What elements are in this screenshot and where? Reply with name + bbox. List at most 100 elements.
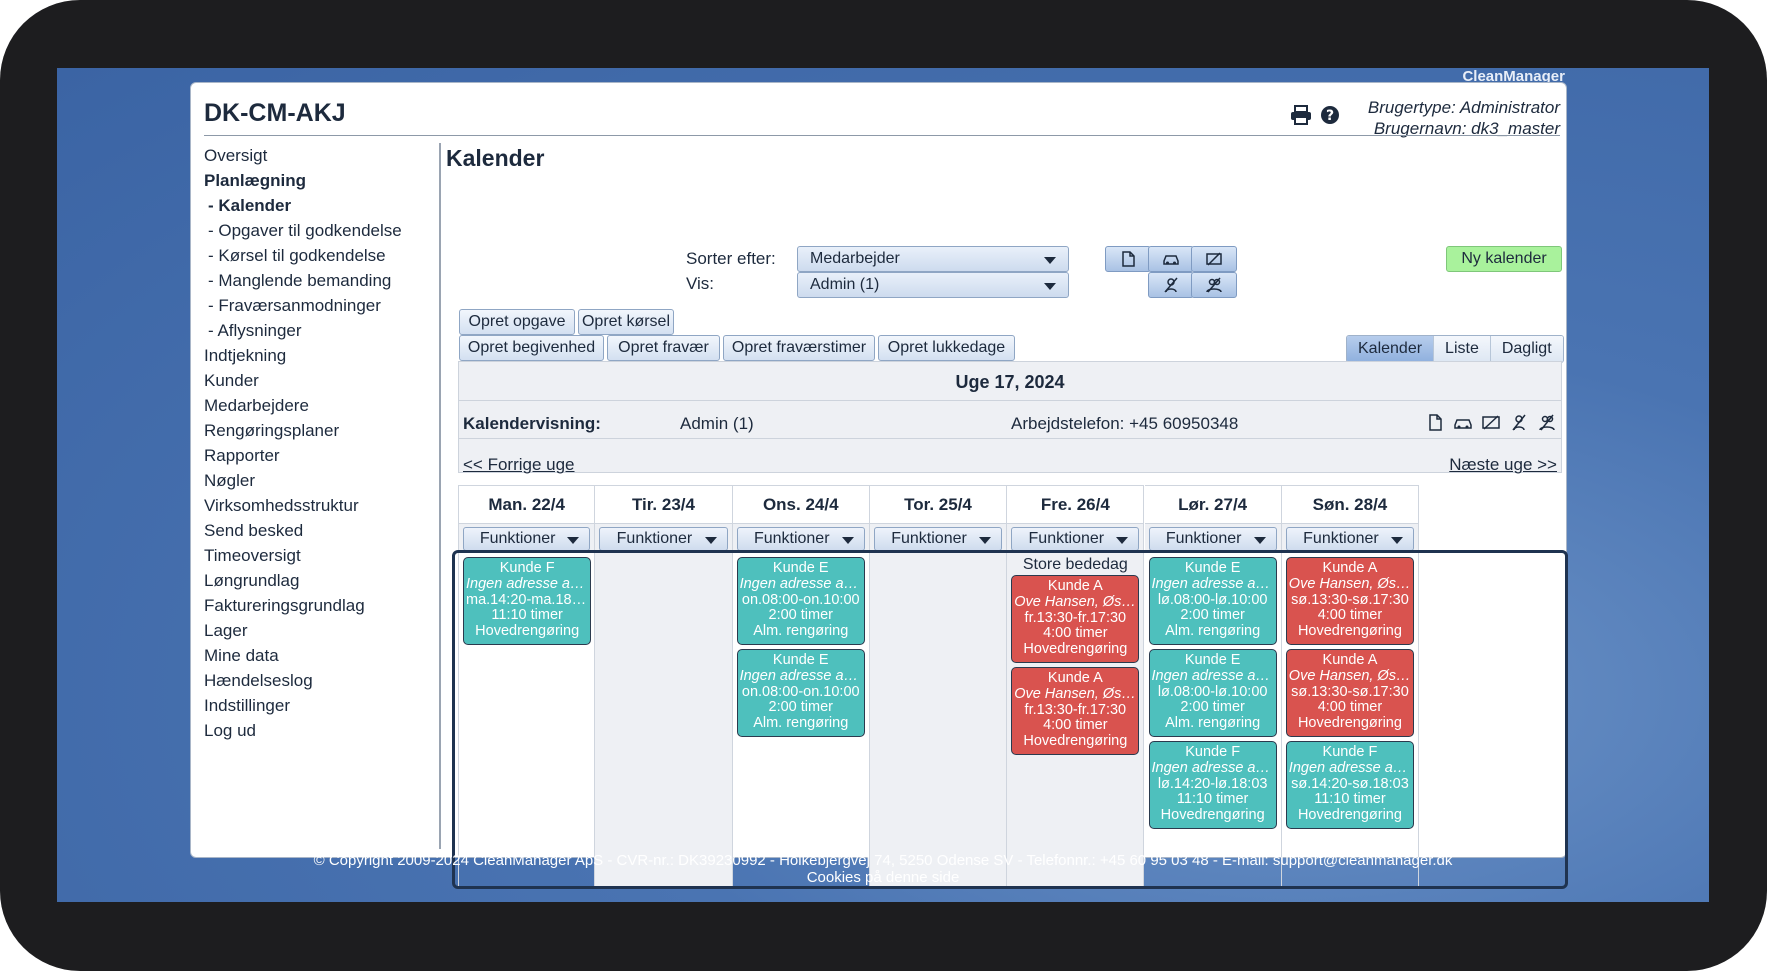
calendar-event[interactable]: Kunde AOve Hansen, Østergadesø.13:30-sø.…: [1285, 649, 1415, 737]
event-type: Hovedrengøring: [1023, 642, 1128, 658]
sort-select[interactable]: Medarbejder: [797, 246, 1069, 272]
event-hours: 4:00 timer: [1043, 718, 1108, 734]
functions-dropdown[interactable]: Funktioner: [599, 527, 728, 551]
nav-item-fravaersanmodninger[interactable]: - Fraværsanmodninger: [204, 293, 444, 318]
nav-item-oversigt[interactable]: Oversigt: [204, 143, 444, 168]
nav-item-nogler[interactable]: Nøgler: [204, 468, 444, 493]
filter-tasks-button[interactable]: [1105, 246, 1151, 272]
event-title: Kunde E: [772, 653, 829, 668]
calendar-event[interactable]: Kunde FIngen adresse angivetsø.14:20-sø.…: [1285, 741, 1415, 829]
event-hours: 4:00 timer: [1317, 700, 1383, 716]
nav-item-virksomhedsstruktur[interactable]: Virksomhedsstruktur: [204, 493, 444, 518]
event-hours: 11:10 timer: [1176, 792, 1249, 808]
day-header: Man. 22/4: [459, 485, 595, 523]
event-title: Kunde A: [1322, 653, 1378, 668]
nav-item-indstillinger[interactable]: Indstillinger: [204, 693, 444, 718]
create-task-button[interactable]: Opret opgave: [459, 309, 575, 335]
functions-dropdown[interactable]: Funktioner: [463, 527, 591, 551]
functions-row: Funktioner: [1007, 523, 1144, 553]
week-calendar: Man. 22/4 Funktioner Kunde F Ingen adresse …: [452, 485, 1568, 889]
view-toggle-calendar[interactable]: Kalender: [1347, 336, 1434, 362]
calendar-event[interactable]: Kunde EIngen adresse angivetlø.08:00-lø.…: [1148, 557, 1277, 645]
footer: © Copyright 2009-2024 CleanManager ApS -…: [57, 852, 1709, 886]
calendar-view-icons: [1425, 414, 1557, 431]
event-address: Ingen adresse angivet: [739, 668, 864, 684]
day-body: [595, 553, 732, 886]
filter-driving-button[interactable]: [1148, 246, 1194, 272]
nav-item-korsel-godkendelse[interactable]: - Kørsel til godkendelse: [204, 243, 444, 268]
create-event-button[interactable]: Opret begivenhed: [459, 335, 604, 361]
functions-dropdown[interactable]: Funktioner: [873, 527, 1003, 551]
no-users-icon[interactable]: [1537, 414, 1557, 431]
print-icon[interactable]: [1290, 105, 1312, 131]
create-absence-hours-button[interactable]: Opret fraværstimer: [723, 335, 875, 361]
nav-item-aflysninger[interactable]: - Aflysninger: [204, 318, 444, 343]
cookies-link[interactable]: Cookies på denne side: [57, 869, 1709, 886]
event-hours: 4:00 timer: [1317, 608, 1383, 624]
absence-icon[interactable]: [1481, 414, 1501, 431]
nav-item-log-ud[interactable]: Log ud: [204, 718, 444, 743]
calendar-event[interactable]: Kunde EIngen adresse angivetlø.08:00-lø.…: [1148, 649, 1277, 737]
nav-item-mine-data[interactable]: Mine data: [204, 643, 444, 668]
sidebar-nav: Oversigt Planlægning - Kalender - Opgave…: [204, 143, 444, 743]
document-icon[interactable]: [1425, 414, 1445, 431]
create-closed-days-button[interactable]: Opret lukkedage: [878, 335, 1015, 361]
nav-item-kunder[interactable]: Kunder: [204, 368, 444, 393]
event-address: Ove Hansen, Østergade: [1014, 686, 1139, 702]
nav-item-send-besked[interactable]: Send besked: [204, 518, 444, 543]
filter-cancelled-button[interactable]: [1191, 272, 1237, 298]
view-toggle-list[interactable]: Liste: [1433, 336, 1490, 362]
nav-item-timeoversigt[interactable]: Timeoversigt: [204, 543, 444, 568]
calendar-event[interactable]: Kunde FIngen adresse angivetlø.14:20-lø.…: [1148, 741, 1277, 829]
nav-item-manglende-bemanding[interactable]: - Manglende bemanding: [204, 268, 444, 293]
event-type: Alm. rengøring: [1165, 716, 1261, 732]
functions-dropdown[interactable]: Funktioner: [736, 527, 865, 551]
functions-dropdown[interactable]: Funktioner: [1148, 527, 1277, 551]
filter-absence-button[interactable]: [1191, 246, 1237, 272]
view-toggle-daily[interactable]: Dagligt: [1489, 336, 1563, 362]
day-body: [869, 553, 1007, 886]
nav-item-opgaver-godkendelse[interactable]: - Opgaver til godkendelse: [204, 218, 444, 243]
calendar-event[interactable]: Kunde AOve Hansen, Østergadefr.13:30-fr.…: [1011, 575, 1140, 663]
create-absence-button[interactable]: Opret fravær: [607, 335, 720, 361]
car-icon[interactable]: [1453, 414, 1473, 431]
filter-closed-button[interactable]: [1148, 272, 1194, 298]
calendar-event[interactable]: Kunde AOve Hansen, Østergadesø.13:30-sø.…: [1285, 557, 1415, 645]
nav-item-rengoringsplaner[interactable]: Rengøringsplaner: [204, 418, 444, 443]
event-type: Hovedrengøring: [1297, 624, 1402, 640]
functions-label: Funktioner: [1165, 530, 1242, 547]
day-column: Søn. 28/4 Funktioner Kunde A Ove Hansen, Øs…: [1281, 485, 1420, 887]
functions-dropdown[interactable]: Funktioner: [1011, 527, 1140, 551]
car-icon: [1163, 255, 1179, 265]
functions-dropdown[interactable]: Funktioner: [1285, 527, 1415, 551]
no-user-icon[interactable]: [1509, 414, 1529, 431]
nav-item-medarbejdere[interactable]: Medarbejdere: [204, 393, 444, 418]
create-driving-button[interactable]: Opret kørsel: [578, 309, 674, 335]
help-icon[interactable]: ?: [1320, 105, 1340, 131]
event-address: Ove Hansen, Østergade: [1014, 594, 1139, 610]
nav-item-rapporter[interactable]: Rapporter: [204, 443, 444, 468]
desktop-background: CleanManager DK-CM-AKJ ? Brugertype: Adm…: [57, 68, 1709, 902]
new-calendar-button[interactable]: Ny kalender: [1446, 246, 1562, 272]
calendar-event[interactable]: Kunde FIngen adresse angivetma.14:20-ma.…: [463, 557, 592, 645]
functions-label: Funktioner: [479, 530, 556, 547]
nav-item-indtjekning[interactable]: Indtjekning: [204, 343, 444, 368]
event-title: Kunde A: [1047, 671, 1103, 686]
nav-item-lager[interactable]: Lager: [204, 618, 444, 643]
nav-item-kalender[interactable]: - Kalender: [204, 193, 444, 218]
previous-week-link[interactable]: << Forrige uge: [463, 455, 575, 475]
svg-text:?: ?: [1326, 108, 1334, 124]
show-select[interactable]: Admin (1): [797, 272, 1069, 298]
next-week-link[interactable]: Næste uge >>: [1449, 455, 1557, 475]
chevron-down-icon: [841, 537, 854, 544]
nav-item-longrundlag[interactable]: Løngrundlag: [204, 568, 444, 593]
calendar-event[interactable]: Kunde AOve Hansen, Østergadefr.13:30-fr.…: [1011, 667, 1140, 755]
calendar-event[interactable]: Kunde EIngen adresse angiveton.08:00-on.…: [736, 649, 865, 737]
event-title: Kunde A: [1322, 561, 1378, 576]
nav-item-faktureringsgrundlag[interactable]: Faktureringsgrundlag: [204, 593, 444, 618]
calendar-event[interactable]: Kunde EIngen adresse angiveton.08:00-on.…: [736, 557, 865, 645]
nav-item-planlaegning[interactable]: Planlægning: [204, 168, 444, 193]
nav-item-haendelseslog[interactable]: Hændelseslog: [204, 668, 444, 693]
device-frame: CleanManager DK-CM-AKJ ? Brugertype: Adm…: [0, 0, 1767, 971]
event-title: Kunde F: [499, 561, 555, 576]
